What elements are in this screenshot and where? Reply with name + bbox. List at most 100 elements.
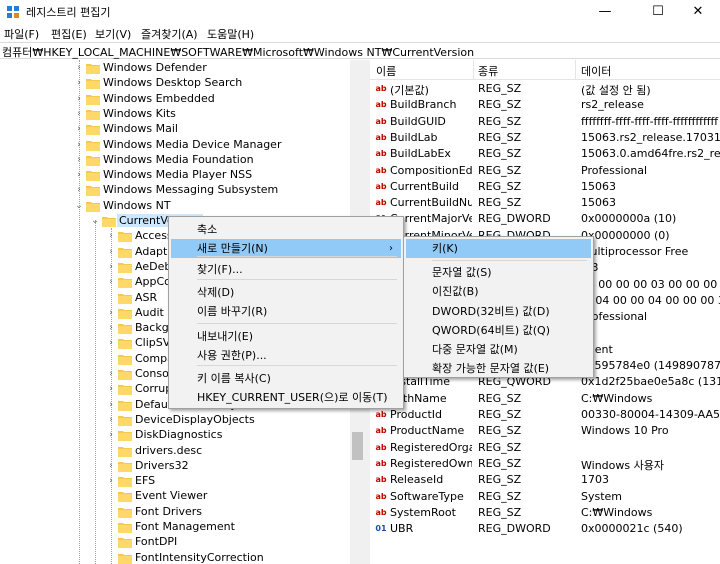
collapsed-chevron-icon[interactable]: ›: [74, 139, 84, 151]
column-data-header[interactable]: 데이터: [581, 63, 611, 79]
address-path[interactable]: 컴퓨터₩HKEY_LOCAL_MACHINE₩SOFTWARE₩Microsof…: [2, 44, 474, 60]
collapsed-chevron-icon[interactable]: ›: [106, 307, 116, 319]
menu-file[interactable]: 파일(F): [4, 26, 39, 42]
value-row[interactable]: ab BuildLabEx REG_SZ 15063.0.amd64fre.rs2_r…: [370, 146, 720, 162]
collapsed-chevron-icon[interactable]: ›: [74, 154, 84, 166]
value-type: REG_SZ: [478, 391, 522, 405]
tree-item[interactable]: › EFS: [0, 474, 350, 489]
submenu-item[interactable]: DWORD(32비트) 값(D): [406, 302, 591, 321]
collapsed-chevron-icon[interactable]: ›: [106, 337, 116, 349]
collapsed-chevron-icon[interactable]: ›: [106, 383, 116, 395]
tree-item[interactable]: › Windows Media Device Manager: [0, 138, 350, 153]
menu-help[interactable]: 도움말(H): [207, 26, 254, 42]
menu-favorites[interactable]: 즐겨찾기(A): [141, 26, 198, 42]
value-row[interactable]: abRegisteredOrga... REG_SZ: [370, 440, 720, 456]
collapsed-chevron-icon[interactable]: ›: [106, 276, 116, 288]
tree-item[interactable]: › DeviceDisplayObjects: [0, 413, 350, 428]
folder-icon: [86, 94, 100, 105]
value-row[interactable]: abCompositionEdi... REG_SZ Professional: [370, 163, 720, 179]
value-type: REG_SZ: [478, 196, 522, 210]
submenu-item[interactable]: 확장 가능한 문자열 값(E): [406, 359, 591, 378]
tree-item[interactable]: › Windows Embedded: [0, 92, 350, 107]
value-row[interactable]: ab SoftwareType REG_SZ System: [370, 489, 720, 505]
collapsed-chevron-icon[interactable]: ›: [106, 460, 116, 472]
tree-item[interactable]: › Windows Kits: [0, 107, 350, 122]
tree-item[interactable]: › Windows Messaging Subsystem: [0, 183, 350, 198]
collapsed-chevron-icon[interactable]: ›: [74, 62, 84, 74]
collapsed-chevron-icon[interactable]: ›: [74, 184, 84, 196]
value-data: 0x0000000a (10): [581, 212, 677, 226]
submenu-item[interactable]: 키(K): [406, 239, 591, 258]
expanded-chevron-icon[interactable]: ⌄: [90, 215, 100, 227]
context-menu-item[interactable]: 찾기(F)...: [171, 260, 401, 279]
column-divider[interactable]: [575, 60, 576, 80]
address-bar[interactable]: 컴퓨터₩HKEY_LOCAL_MACHINE₩SOFTWARE₩Microsof…: [0, 42, 720, 59]
tree-item[interactable]: › Windows Desktop Search: [0, 76, 350, 91]
tree-item[interactable]: FontIntensityCorrection: [0, 551, 350, 564]
tree-item[interactable]: drivers.desc: [0, 444, 350, 459]
tree-item[interactable]: Event Viewer: [0, 489, 350, 504]
collapsed-chevron-icon[interactable]: ›: [106, 261, 116, 273]
value-row[interactable]: 01CurrentMajorVe...REG_DWORD0x0000000a (…: [370, 211, 720, 227]
minimize-button[interactable]: —: [582, 0, 628, 24]
column-type-header[interactable]: 종류: [478, 63, 498, 79]
submenu-item[interactable]: 다중 문자열 값(M): [406, 340, 591, 359]
value-row[interactable]: ab ReleaseId REG_SZ 1703: [370, 472, 720, 488]
tree-item[interactable]: › DiskDiagnostics: [0, 428, 350, 443]
value-row[interactable]: abRegisteredOwner REG_SZ Windows 사용자: [370, 456, 720, 472]
value-row[interactable]: ab ProductName REG_SZ Windows 10 Pro: [370, 423, 720, 439]
value-row[interactable]: ab ProductId REG_SZ 00330-80004-14309-AA506: [370, 407, 720, 423]
value-row[interactable]: ab SystemRoot REG_SZ C:₩Windows: [370, 505, 720, 521]
context-menu-item[interactable]: 키 이름 복사(C): [171, 369, 401, 388]
collapsed-chevron-icon[interactable]: ›: [106, 246, 116, 258]
collapsed-chevron-icon[interactable]: ›: [106, 414, 116, 426]
collapsed-chevron-icon[interactable]: ›: [106, 322, 116, 334]
close-button[interactable]: ✕: [675, 0, 720, 24]
collapsed-chevron-icon[interactable]: ›: [74, 169, 84, 181]
tree-item[interactable]: › Drivers32: [0, 459, 350, 474]
value-row[interactable]: ab BuildGUID REG_SZ ffffffff-ffff-ffff-ffff…: [370, 114, 720, 130]
context-menu-item[interactable]: 축소: [171, 220, 401, 239]
tree-item[interactable]: Font Drivers: [0, 505, 350, 520]
submenu-item[interactable]: 문자열 값(S): [406, 263, 591, 282]
value-row[interactable]: ab CurrentBuild REG_SZ 15063: [370, 179, 720, 195]
column-divider[interactable]: [473, 60, 474, 80]
tree-item[interactable]: › Windows Media Player NSS: [0, 168, 350, 183]
value-row[interactable]: abBuildLab REG_SZ 15063.rs2_release.170317…: [370, 130, 720, 146]
tree-item[interactable]: Font Management: [0, 520, 350, 535]
string-value-icon: ab: [375, 458, 387, 468]
expanded-chevron-icon[interactable]: ⌄: [74, 200, 84, 212]
menu-edit[interactable]: 편집(E): [51, 26, 87, 42]
collapsed-chevron-icon[interactable]: ›: [106, 230, 116, 242]
value-row[interactable]: ab (기본값) REG_SZ (값 설정 안 됨): [370, 81, 720, 97]
collapsed-chevron-icon[interactable]: ›: [106, 475, 116, 487]
collapsed-chevron-icon[interactable]: ›: [106, 368, 116, 380]
context-menu-item[interactable]: 사용 권한(P)...: [171, 346, 401, 365]
context-menu-item[interactable]: 내보내기(E): [171, 327, 401, 346]
tree-item[interactable]: › Windows Mail: [0, 122, 350, 137]
value-data: Professional: [581, 310, 648, 324]
column-name-header[interactable]: 이름: [376, 63, 396, 79]
value-row[interactable]: abPathNameREG_SZC:₩Windows: [370, 391, 720, 407]
value-row[interactable]: 01 UBR REG_DWORD 0x0000021c (540): [370, 521, 720, 537]
collapsed-chevron-icon[interactable]: ›: [106, 399, 116, 411]
collapsed-chevron-icon[interactable]: ›: [74, 93, 84, 105]
menu-view[interactable]: 보기(V): [95, 26, 131, 42]
collapsed-chevron-icon[interactable]: ›: [106, 429, 116, 441]
tree-item[interactable]: › Windows Media Foundation: [0, 153, 350, 168]
collapsed-chevron-icon[interactable]: ›: [74, 77, 84, 89]
tree-item[interactable]: ⌄ Windows NT: [0, 199, 350, 214]
collapsed-chevron-icon[interactable]: ›: [74, 108, 84, 120]
context-menu-item[interactable]: HKEY_CURRENT_USER(으)로 이동(T): [171, 388, 401, 407]
tree-scrollbar-thumb[interactable]: [352, 432, 363, 460]
tree-item[interactable]: FontDPI: [0, 535, 350, 550]
collapsed-chevron-icon[interactable]: ›: [74, 123, 84, 135]
value-row[interactable]: abCurrentBuildNu... REG_SZ 15063: [370, 195, 720, 211]
tree-item[interactable]: › Windows Defender: [0, 61, 350, 76]
context-menu-item[interactable]: 삭제(D): [171, 283, 401, 302]
context-menu-item[interactable]: 이름 바꾸기(R): [171, 302, 401, 321]
tree-item-label: FontDPI: [135, 535, 178, 549]
submenu-item[interactable]: QWORD(64비트) 값(Q): [406, 321, 591, 340]
value-row[interactable]: ab BuildBranch REG_SZ rs2_release: [370, 97, 720, 113]
submenu-item[interactable]: 이진값(B): [406, 282, 591, 301]
